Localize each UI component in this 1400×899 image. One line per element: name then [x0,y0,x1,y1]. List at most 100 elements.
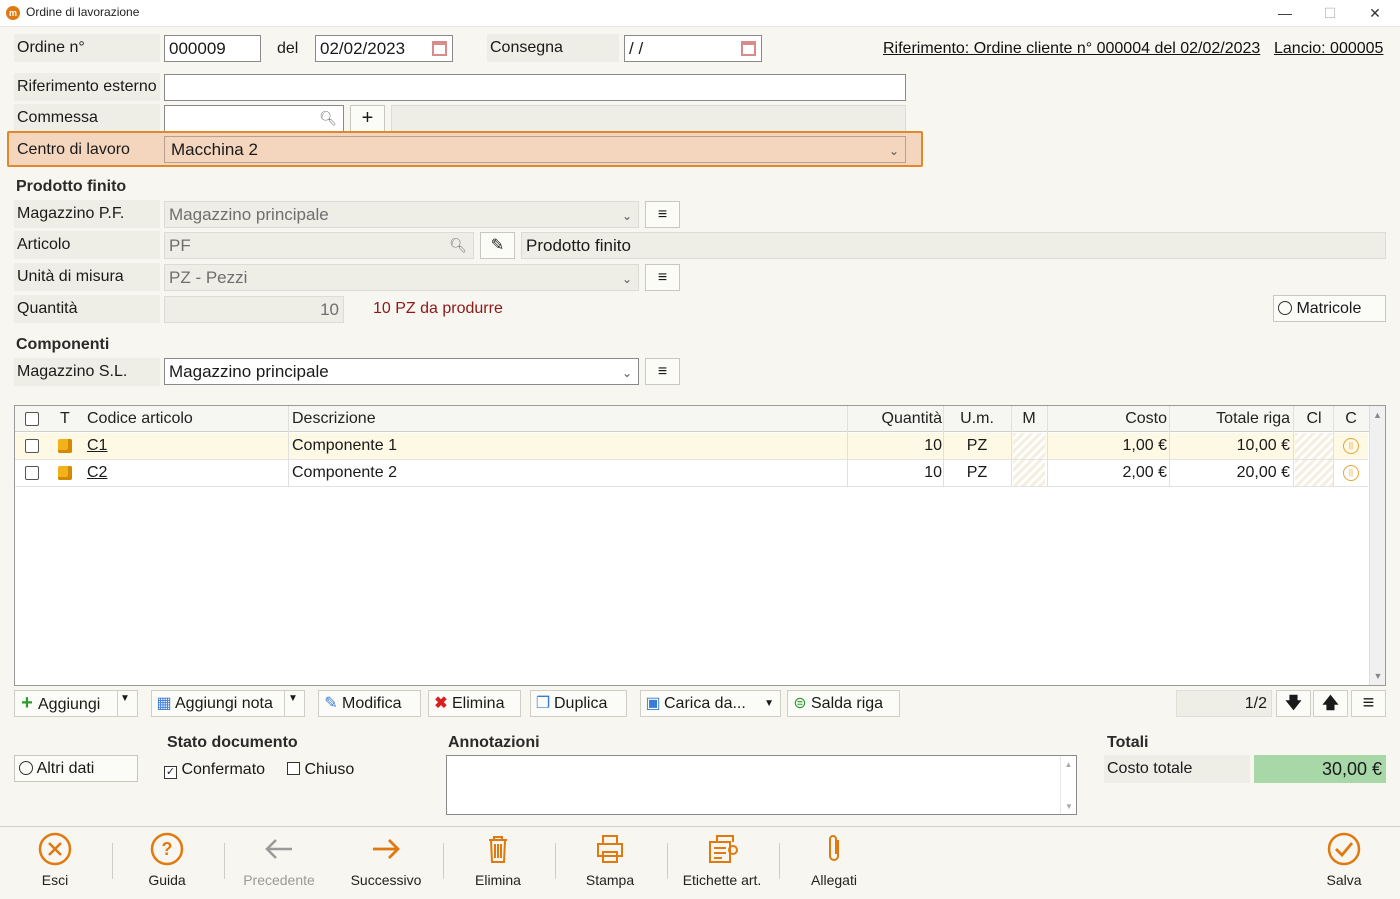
edit-articolo-button[interactable]: ✎ [480,232,515,259]
item-cube-icon [58,439,72,453]
column-divider [1011,406,1012,487]
commessa-label: Commessa [14,104,160,132]
magazzino-pf-list-button[interactable]: ≡ [645,201,680,228]
carica-da-button[interactable]: ▣ Carica da... ▼ [640,690,781,717]
header-descrizione[interactable]: Descrizione [292,406,592,432]
rif-esterno-field[interactable] [164,74,906,101]
separator [667,843,668,879]
components-grid: T Codice articolo Descrizione Quantità U… [14,405,1386,686]
chiuso-checkbox[interactable]: Chiuso [287,761,354,779]
modifica-button[interactable]: ✎ Modifica [318,690,421,717]
calendar-icon[interactable] [741,41,756,56]
close-button[interactable]: ✕ [1352,0,1398,27]
header-codice[interactable]: Codice articolo [87,406,287,432]
search-icon: 🔍︎ [449,237,467,253]
aggiungi-nota-button[interactable]: ▦ Aggiungi nota [151,690,305,717]
annotazioni-scrollbar[interactable]: ▲ ▼ [1060,756,1076,814]
duplica-label: Duplica [554,695,608,712]
ordine-number-field[interactable]: 000009 [164,35,261,62]
consegna-date-field[interactable]: / / [624,35,762,62]
aggiungi-nota-dropdown-chevron-icon[interactable]: ▼ [288,693,298,704]
title-bar: m Ordine di lavorazione — ☐ ✕ [0,0,1400,27]
pause-circle-icon[interactable]: || [1343,438,1359,454]
um-select: PZ - Pezzi ⌄ [164,264,639,291]
move-up-button[interactable]: 🡅 [1313,690,1348,717]
del-label: del [277,40,299,57]
grid-scrollbar[interactable]: ▲ ▼ [1369,406,1385,685]
altri-dati-button[interactable]: Altri dati [14,755,138,782]
centro-select[interactable]: Macchina 2 ⌄ [164,136,906,163]
header-totale[interactable]: Totale riga [1171,406,1290,432]
move-down-button[interactable]: 🡇 [1276,690,1311,717]
magazzino-sl-select[interactable]: Magazzino principale ⌄ [164,358,639,385]
centro-label: Centro di lavoro [17,141,130,158]
esci-button[interactable]: Esci [5,832,105,888]
minimize-button[interactable]: — [1262,0,1308,27]
pause-circle-icon[interactable]: || [1343,465,1359,481]
precedente-button[interactable]: Precedente [229,832,329,888]
scroll-up-icon[interactable]: ▲ [1061,760,1076,769]
header-quantita[interactable]: Quantità [851,406,942,432]
select-all-checkbox[interactable] [25,412,39,426]
header-c[interactable]: C [1335,406,1367,432]
magazzino-sl-label: Magazzino S.L. [14,358,160,386]
list-icon: ≡ [657,269,668,286]
scroll-down-icon[interactable]: ▼ [1370,671,1386,681]
app-icon: m [6,6,20,20]
carica-label: Carica da... [664,695,746,712]
row-um: PZ [945,460,1009,487]
duplica-button[interactable]: ❐ Duplica [530,690,627,717]
confermato-checkbox[interactable]: ✓ Confermato [164,761,265,779]
um-list-button[interactable]: ≡ [645,264,680,291]
costo-totale-label: Costo totale [1104,755,1250,783]
add-commessa-button[interactable]: + [350,105,385,132]
ordine-label: Ordine n° [14,34,160,62]
riferimento-link[interactable]: Riferimento: Ordine cliente n° 000004 de… [883,40,1260,58]
maximize-button[interactable]: ☐ [1307,0,1353,27]
precedente-label: Precedente [243,872,315,888]
date-field[interactable]: 02/02/2023 [315,35,453,62]
magazzino-pf-label: Magazzino P.F. [14,200,160,228]
header-costo[interactable]: Costo [1049,406,1167,432]
column-divider [1047,406,1048,487]
aggiungi-dropdown-chevron-icon[interactable]: ▼ [120,693,130,704]
salda-riga-button[interactable]: ⊜ Salda riga [787,690,900,717]
calendar-icon[interactable] [432,41,447,56]
matricole-button[interactable]: Matricole [1273,295,1386,322]
annotazioni-title: Annotazioni [448,734,540,751]
help-circle-icon: ? [150,832,184,866]
scroll-down-icon[interactable]: ▼ [1061,802,1077,811]
chevron-down-icon: ⌄ [621,366,632,380]
salva-button[interactable]: Salva [1294,832,1394,888]
etichette-button[interactable]: Etichette art. [672,832,772,888]
header-um[interactable]: U.m. [945,406,1009,432]
checkbox-box [287,762,300,775]
magazzino-sl-list-button[interactable]: ≡ [645,358,680,385]
edit-icon: ✎ [324,695,338,712]
stampa-button[interactable]: Stampa [560,832,660,888]
checkmark-icon: ✓ [164,766,177,779]
row-checkbox[interactable] [25,466,39,480]
grid-menu-button[interactable]: ≡ [1351,690,1386,717]
row-codice[interactable]: C2 [87,460,287,487]
commessa-field[interactable]: 🔍︎ [164,105,344,132]
search-icon[interactable]: 🔍︎ [319,106,337,131]
annotazioni-textarea[interactable]: ▲ ▼ [446,755,1077,815]
printer-icon [597,835,623,863]
elimina-button[interactable]: Elimina [448,832,548,888]
chevron-down-icon: ▼ [764,698,774,709]
copy-icon: ❐ [535,695,551,712]
arrow-down-icon: 🡇 [1285,695,1302,712]
allegati-button[interactable]: Allegati [784,832,884,888]
separator [443,843,444,879]
header-cl[interactable]: Cl [1295,406,1333,432]
scroll-up-icon[interactable]: ▲ [1370,410,1385,420]
guida-button[interactable]: ? Guida [117,832,217,888]
header-m[interactable]: M [1013,406,1045,432]
lancio-link[interactable]: Lancio: 000005 [1274,40,1383,58]
elimina-row-button[interactable]: ✖ Elimina [428,690,521,717]
successivo-button[interactable]: Successivo [336,832,436,888]
row-checkbox[interactable] [25,439,39,453]
row-codice[interactable]: C1 [87,433,287,460]
separator [224,843,225,879]
